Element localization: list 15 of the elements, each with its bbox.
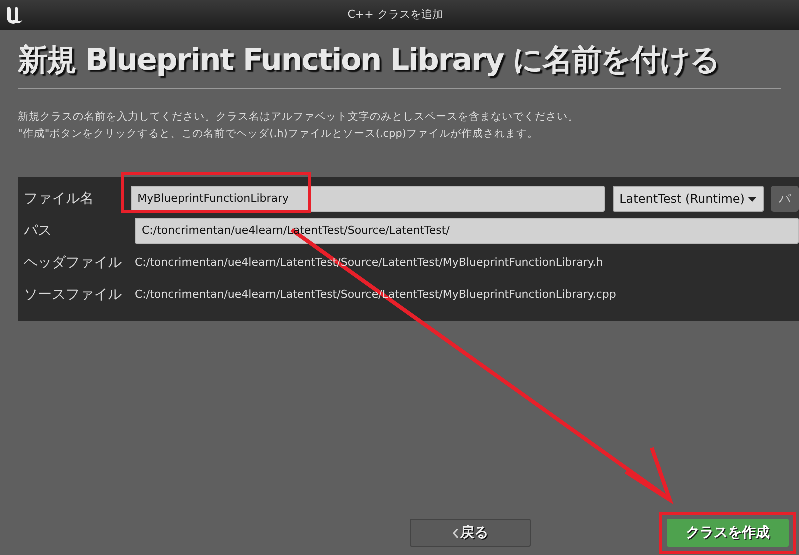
chevron-left-icon (452, 528, 458, 538)
logo-icon (4, 4, 26, 26)
description-text: "作成"ボタンをクリックすると、この名前でヘッダ(.h)ファイルとソース(.cpp)ファイルが作成されます。 (18, 127, 540, 142)
description-text: 新規クラスの名前を入力してください。クラス名はアルファベット文字のみとしスペースを含まないでください。 (18, 110, 580, 125)
path-button[interactable]: パ (771, 186, 799, 212)
field-label: ファイル名 (24, 190, 95, 208)
page-heading: 新規 Blueprint Function Library に名前を付ける (18, 42, 722, 80)
class-name-field[interactable]: MyBlueprintFunctionLibrary (130, 186, 605, 212)
field-label: ヘッダファイル (24, 254, 123, 272)
module-dropdown[interactable]: LatentTest (Runtime) (612, 186, 764, 212)
caret-icon (748, 196, 757, 202)
field-label: パス (24, 222, 53, 240)
window-title: C++ クラスを追加 (346, 6, 444, 23)
field-label: ソースファイル (24, 286, 123, 304)
back-button[interactable]: 戻る (410, 519, 531, 547)
